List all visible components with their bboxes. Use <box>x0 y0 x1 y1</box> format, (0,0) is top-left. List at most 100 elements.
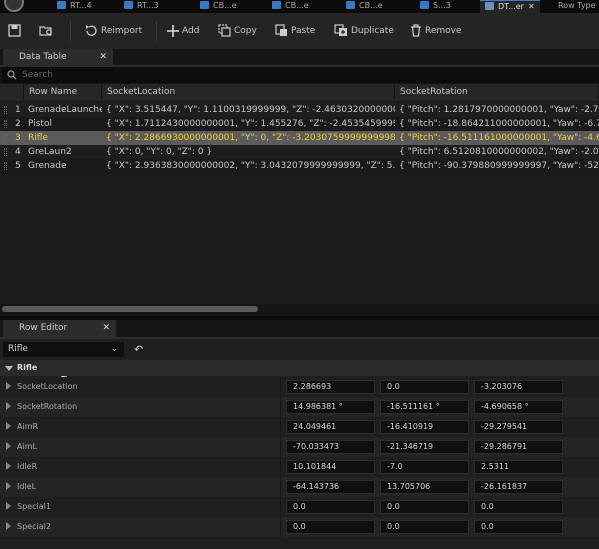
reimport-button[interactable]: Reimport <box>85 22 142 40</box>
add-button[interactable]: Add <box>167 22 199 40</box>
expand-arrow-icon[interactable] <box>6 422 11 430</box>
drag-handle-icon[interactable] <box>4 106 7 114</box>
toolbar-divider <box>70 21 71 41</box>
save-button[interactable] <box>8 22 24 40</box>
asset-icon <box>420 1 429 9</box>
paste-button[interactable]: Paste <box>275 22 315 40</box>
header-socket-rotation[interactable]: SocketRotation <box>395 84 599 101</box>
value-field-1[interactable]: 0.0 <box>286 520 375 534</box>
property-row: SocketRotation 14.986381 ° -16.511161 ° … <box>0 397 599 417</box>
blueprint-icon <box>200 1 209 9</box>
column-divider[interactable] <box>280 477 281 497</box>
table-row-selected[interactable]: 3 Rifle { "X": 2.2866930000000001, "Y": … <box>0 131 599 145</box>
category-header[interactable]: Rifle <box>0 360 599 376</box>
tab-rt-4[interactable]: RT...4 <box>57 0 92 13</box>
value-field-pitch[interactable]: 14.986381 ° <box>286 400 375 414</box>
folder-search-icon <box>39 26 52 36</box>
value-field-3[interactable]: -29.279541 <box>474 420 563 434</box>
column-divider[interactable] <box>280 437 281 457</box>
value-field-y[interactable]: 0.0 <box>380 380 469 394</box>
tab-s-3[interactable]: S...3 <box>420 0 451 13</box>
value-field-yaw[interactable]: -16.511161 ° <box>380 400 469 414</box>
drag-handle-icon[interactable] <box>4 120 7 128</box>
search-icon <box>7 70 17 80</box>
property-name: AimL <box>17 442 37 451</box>
close-icon[interactable]: ✕ <box>528 2 535 11</box>
expand-arrow-icon[interactable] <box>6 462 11 470</box>
value-field-1[interactable]: -70.033473 <box>286 440 375 454</box>
value-field-2[interactable]: 0.0 <box>380 520 469 534</box>
value-field-1[interactable]: 24.049461 <box>286 420 375 434</box>
data-table-tab[interactable]: Data Table ✕ <box>3 49 113 65</box>
header-row-name[interactable]: Row Name <box>24 84 102 101</box>
search-input[interactable]: Search <box>2 67 599 83</box>
copy-icon <box>218 24 231 37</box>
expand-arrow-icon[interactable] <box>6 482 11 490</box>
remove-button[interactable]: Remove <box>410 22 462 40</box>
value-field-x[interactable]: 2.286693 <box>286 380 375 394</box>
tab-data-table-active[interactable]: DT...er ✕ <box>480 0 540 13</box>
tab-cb-1[interactable]: CB...e <box>200 0 237 13</box>
tab-row-type[interactable]: Row Type <box>558 0 596 13</box>
tab-rt-3[interactable]: RT...3 <box>124 0 159 13</box>
tab-cb-2[interactable]: CB...e <box>272 0 309 13</box>
browse-button[interactable] <box>39 22 57 40</box>
document-tab-strip: RT...4 RT...3 CB...e CB...e CB...e S...3… <box>0 0 599 13</box>
row-editor-tab[interactable]: Row Editor ✕ <box>3 320 116 337</box>
table-row[interactable]: 5 Grenade { "X": 2.9363830000000002, "Y"… <box>0 159 599 173</box>
expand-arrow-icon[interactable] <box>6 442 11 450</box>
close-icon[interactable]: ✕ <box>99 49 107 65</box>
header-socket-location[interactable]: SocketLocation <box>102 84 395 101</box>
expand-arrow-icon[interactable] <box>6 382 11 390</box>
column-divider[interactable] <box>280 457 281 477</box>
value-field-3[interactable]: -29.286791 <box>474 440 563 454</box>
blueprint-icon <box>346 1 355 9</box>
socket-rotation-cell: { "Pitch": -18.864211000000001, "Yaw": -… <box>399 119 599 129</box>
column-divider[interactable] <box>280 517 281 537</box>
column-divider[interactable] <box>280 377 281 397</box>
table-header: Row Name SocketLocation SocketRotation <box>0 84 599 101</box>
value-field-3[interactable]: -26.161837 <box>474 480 563 494</box>
engine-logo-icon[interactable] <box>4 0 24 12</box>
expand-arrow-icon[interactable] <box>6 502 11 510</box>
value-field-1[interactable]: -64.143736 <box>286 480 375 494</box>
drag-handle-icon[interactable] <box>4 162 7 170</box>
reset-to-default-icon[interactable]: ↶ <box>134 343 143 356</box>
drag-handle-icon[interactable] <box>4 134 7 142</box>
value-field-z[interactable]: -3.203076 <box>474 380 563 394</box>
expand-arrow-icon[interactable] <box>6 522 11 530</box>
column-divider[interactable] <box>280 497 281 517</box>
column-divider[interactable] <box>280 397 281 417</box>
value-field-2[interactable]: 13.705706 <box>380 480 469 494</box>
expand-arrow-icon[interactable] <box>6 402 11 410</box>
table-row[interactable]: 2 Pistol { "X": 1.7112430000000001, "Y":… <box>0 117 599 131</box>
value-field-2[interactable]: -16.410919 <box>380 420 469 434</box>
tab-cb-3[interactable]: CB...e <box>346 0 383 13</box>
table-row[interactable]: 1 GrenadeLaunche { "X": 3.515447, "Y": 1… <box>0 103 599 117</box>
value-field-3[interactable]: 0.0 <box>474 500 563 514</box>
property-name: AimR <box>17 422 39 431</box>
value-field-3[interactable]: 2.5311 <box>474 460 563 474</box>
value-field-3[interactable]: 0.0 <box>474 520 563 534</box>
duplicate-button[interactable]: Duplicate <box>334 22 394 40</box>
drag-handle-icon[interactable] <box>4 148 7 156</box>
property-name: SocketRotation <box>17 402 78 411</box>
row-selector-dropdown[interactable]: Rifle ⌄ <box>3 342 124 357</box>
column-divider[interactable] <box>280 417 281 437</box>
value-field-1[interactable]: 10.101844 <box>286 460 375 474</box>
table-row[interactable]: 4 GreLaun2 { "X": 0, "Y": 0, "Z": 0 } { … <box>0 145 599 159</box>
plus-icon <box>167 25 179 37</box>
value-field-1[interactable]: 0.0 <box>286 500 375 514</box>
copy-button[interactable]: Copy <box>218 22 257 40</box>
row-name-cell: Rifle <box>28 133 48 143</box>
value-field-2[interactable]: 0.0 <box>380 500 469 514</box>
save-icon <box>8 24 21 37</box>
socket-location-cell: { "X": 0, "Y": 0, "Z": 0 } <box>106 147 213 157</box>
value-field-2[interactable]: -21.346719 <box>380 440 469 454</box>
value-field-2[interactable]: -7.0 <box>380 460 469 474</box>
value-field-roll[interactable]: -4.690658 ° <box>474 400 563 414</box>
property-name: Special1 <box>17 502 51 511</box>
horizontal-scrollbar[interactable] <box>2 306 258 312</box>
row-index: 2 <box>15 119 21 129</box>
close-icon[interactable]: ✕ <box>102 320 110 337</box>
